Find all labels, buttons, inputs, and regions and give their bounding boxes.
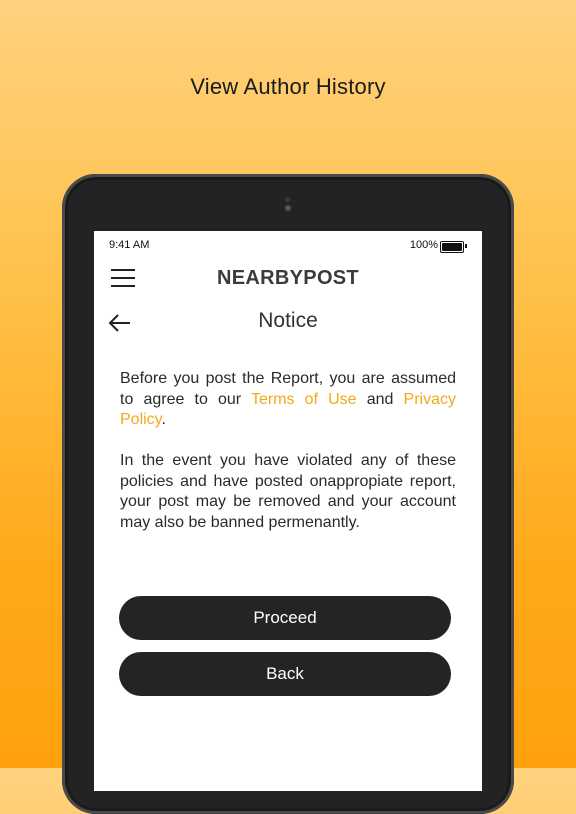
- proceed-button[interactable]: Proceed: [119, 596, 451, 640]
- page-title: Notice: [258, 309, 318, 332]
- battery-icon: [440, 241, 464, 253]
- app-screen: 9:41 AM 100% NEARBYPOST Notice Before yo…: [94, 231, 482, 791]
- promo-headline: View Author History: [190, 74, 386, 99]
- battery-tip: [465, 244, 467, 248]
- notice-paragraph-1: Before you post the Report, you are assu…: [120, 369, 456, 431]
- camera-lens-icon: [285, 205, 291, 211]
- back-button[interactable]: Back: [119, 652, 451, 696]
- camera-icon: [285, 197, 290, 202]
- battery-percentage: 100%: [409, 239, 438, 251]
- notice-text-and: and: [356, 390, 404, 408]
- terms-of-use-link[interactable]: Terms of Use: [251, 391, 357, 408]
- notice-text-end: .: [161, 411, 166, 428]
- notice-paragraph-2: In the event you have violated any of th…: [120, 452, 456, 531]
- status-bar: 9:41 AM 100%: [94, 239, 482, 255]
- app-brand: NEARBYPOST: [217, 267, 359, 289]
- status-time: 9:41 AM: [109, 239, 150, 251]
